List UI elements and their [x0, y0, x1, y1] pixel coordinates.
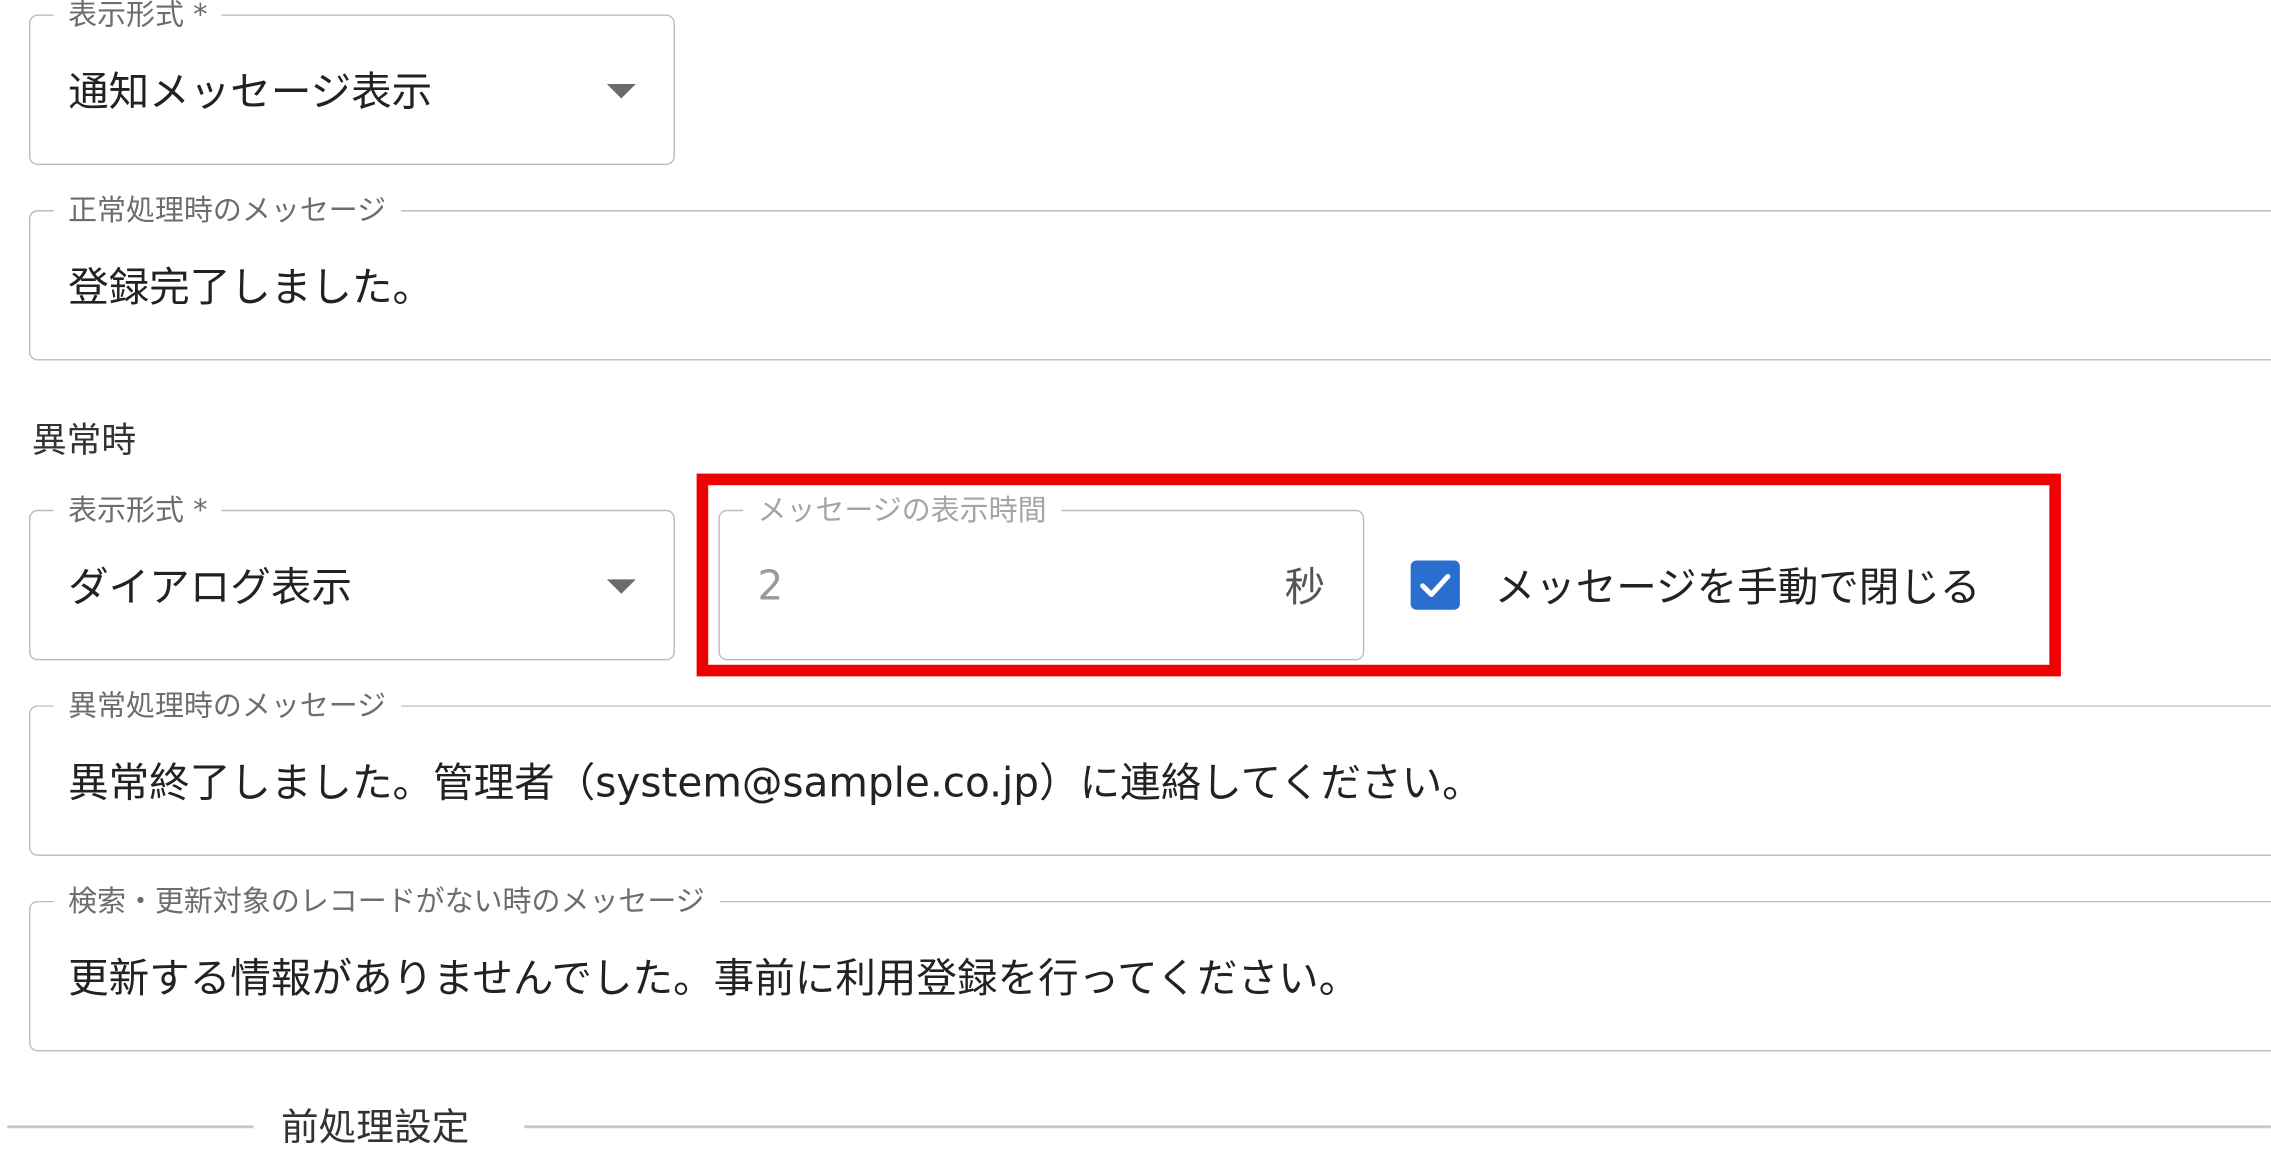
error-display-format-value: ダイアログ表示 — [68, 563, 352, 612]
normal-message-field[interactable]: 正常処理時のメッセージ 登録完了しました。 — [28, 191, 2271, 361]
error-section-heading: 異常時 — [31, 420, 137, 461]
chevron-down-icon[interactable] — [606, 579, 636, 594]
divider-left — [7, 1125, 254, 1128]
error-message-value: 異常終了しました。管理者（system@sample.co.jp）に連絡してくだ… — [68, 758, 1483, 807]
normal-display-format-select[interactable]: 表示形式 * 通知メッセージ表示 — [28, 0, 675, 166]
divider-right — [524, 1125, 2271, 1128]
no-record-message-value: 更新する情報がありませんでした。事前に利用登録を行ってください。 — [68, 954, 1360, 1003]
highlight-box — [696, 473, 2061, 677]
message-settings-panel: 表示形式 * 通知メッセージ表示 正常処理時のメッセージ 登録完了しました。 異… — [0, 0, 2271, 1167]
normal-message-value: 登録完了しました。 — [68, 263, 434, 312]
chevron-down-icon[interactable] — [606, 84, 636, 99]
normal-display-format-value: 通知メッセージ表示 — [68, 68, 433, 116]
no-record-message-field[interactable]: 検索・更新対象のレコードがない時のメッセージ 更新する情報がありませんでした。事… — [28, 882, 2271, 1052]
error-display-format-select[interactable]: 表示形式 * ダイアログ表示 — [28, 490, 675, 661]
error-message-field[interactable]: 異常処理時のメッセージ 異常終了しました。管理者（system@sample.c… — [28, 686, 2271, 856]
preprocess-section-title: 前処理設定 — [280, 1106, 470, 1150]
